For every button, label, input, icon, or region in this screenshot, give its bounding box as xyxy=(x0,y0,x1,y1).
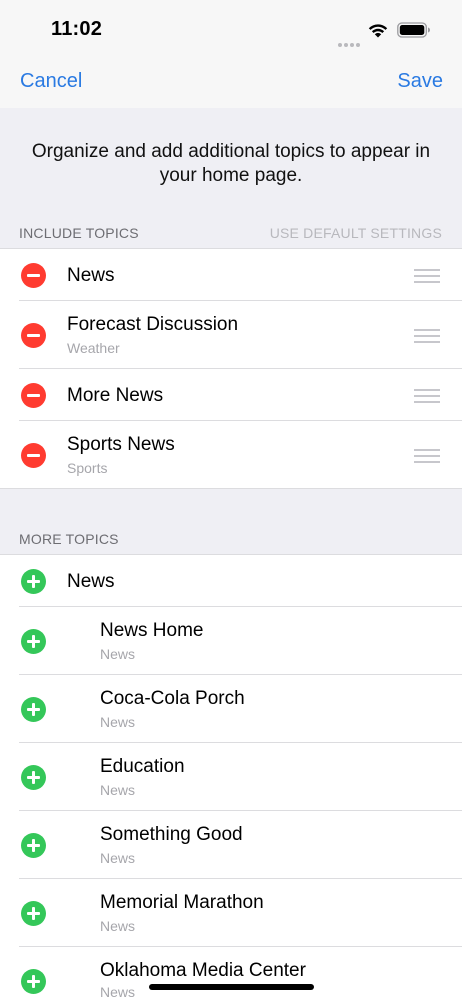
more-topic-row[interactable]: News xyxy=(0,555,462,607)
topic-title: News Home xyxy=(100,620,204,641)
topic-subtitle: Weather xyxy=(67,340,120,356)
cancel-button[interactable]: Cancel xyxy=(20,70,82,93)
add-icon[interactable] xyxy=(21,765,46,790)
include-topic-row[interactable]: Forecast Discussion Weather xyxy=(0,301,462,369)
more-topics-label: MORE TOPICS xyxy=(19,531,119,547)
remove-icon[interactable] xyxy=(21,263,46,288)
include-topics-list: News Forecast Discussion Weather More Ne… xyxy=(0,248,462,489)
topic-title: News xyxy=(67,571,115,592)
status-time: 11:02 xyxy=(51,18,103,40)
signal-dots-icon xyxy=(338,34,362,52)
remove-icon[interactable] xyxy=(21,323,46,348)
topic-title: Memorial Marathon xyxy=(100,892,264,913)
reorder-handle-icon[interactable] xyxy=(414,389,440,407)
topic-title: Sports News xyxy=(67,434,175,455)
topic-subtitle: News xyxy=(100,714,136,730)
include-topics-label: INCLUDE TOPICS xyxy=(19,225,139,241)
more-topic-row[interactable]: Something Good News xyxy=(0,811,462,879)
more-topic-row[interactable]: Memorial Marathon News xyxy=(0,879,462,947)
reorder-handle-icon[interactable] xyxy=(414,269,440,287)
topic-title: More News xyxy=(67,385,164,406)
add-icon[interactable] xyxy=(21,569,46,594)
use-default-settings-button[interactable]: USE DEFAULT SETTINGS xyxy=(270,225,442,241)
topic-title: News xyxy=(67,265,115,286)
save-button[interactable]: Save xyxy=(397,70,443,93)
include-topic-row[interactable]: More News xyxy=(0,369,462,421)
topic-title: Education xyxy=(100,756,185,777)
topic-title: Forecast Discussion xyxy=(67,314,239,335)
topic-subtitle: News xyxy=(100,646,136,662)
more-topic-row[interactable]: Coca-Cola Porch News xyxy=(0,675,462,743)
reorder-handle-icon[interactable] xyxy=(414,449,440,467)
topic-subtitle: News xyxy=(100,850,136,866)
include-topic-row[interactable]: News xyxy=(0,249,462,301)
remove-icon[interactable] xyxy=(21,383,46,408)
topic-title: Coca-Cola Porch xyxy=(100,688,245,709)
more-topic-row[interactable]: News Home News xyxy=(0,607,462,675)
topic-subtitle: News xyxy=(100,918,136,934)
reorder-handle-icon[interactable] xyxy=(414,329,440,347)
remove-icon[interactable] xyxy=(21,443,46,468)
add-icon[interactable] xyxy=(21,833,46,858)
topic-subtitle: News xyxy=(100,782,136,798)
topic-title: Oklahoma Media Center xyxy=(100,960,306,981)
more-topic-row[interactable]: Education News xyxy=(0,743,462,811)
more-topics-list: News News Home News Coca-Cola Porch News… xyxy=(0,554,462,1001)
topic-title: Something Good xyxy=(100,824,243,845)
home-indicator[interactable] xyxy=(149,984,314,990)
add-icon[interactable] xyxy=(21,901,46,926)
include-topic-row[interactable]: Sports News Sports xyxy=(0,421,462,489)
include-topics-header: INCLUDE TOPICS USE DEFAULT SETTINGS xyxy=(0,218,462,248)
more-topic-row[interactable]: Oklahoma Media Center News xyxy=(0,947,462,1001)
add-icon[interactable] xyxy=(21,629,46,654)
intro-panel: Organize and add additional topics to ap… xyxy=(0,108,462,218)
navigation-bar: Cancel Save xyxy=(0,58,462,108)
add-icon[interactable] xyxy=(21,697,46,722)
topic-subtitle: Sports xyxy=(67,460,108,476)
status-bar: 11:02 xyxy=(0,0,462,58)
intro-text: Organize and add additional topics to ap… xyxy=(31,141,431,186)
more-topics-header: MORE TOPICS xyxy=(0,524,462,554)
add-icon[interactable] xyxy=(21,969,46,994)
topic-subtitle: News xyxy=(100,984,136,1000)
wifi-icon xyxy=(368,24,388,38)
battery-icon xyxy=(397,22,430,38)
